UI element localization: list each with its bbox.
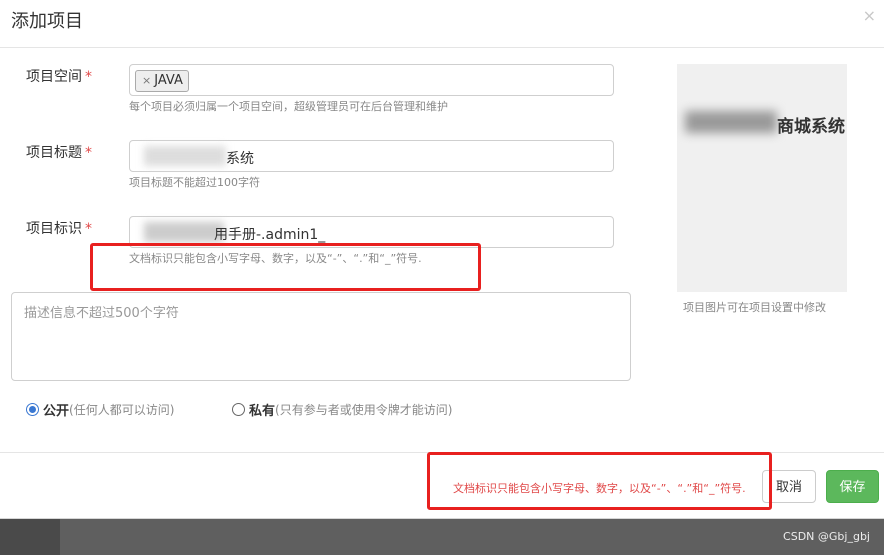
close-icon[interactable]: × <box>863 6 876 25</box>
annotation-highlight-box <box>90 243 481 291</box>
watermark: CSDN @Gbj_gbj <box>783 530 870 543</box>
remove-tag-icon[interactable]: × <box>142 74 151 87</box>
project-title-value: 系统 <box>226 151 254 167</box>
redacted-text <box>144 146 226 166</box>
visibility-private-option[interactable]: 私有 (只有参与者或使用令牌才能访问) <box>232 400 452 419</box>
project-image-text: 商城系统 <box>777 117 845 137</box>
public-label: 公开 <box>43 404 70 419</box>
project-image[interactable]: 商城系统 <box>677 64 847 292</box>
project-title-label: 项目标题 * <box>26 145 92 161</box>
annotation-highlight-box <box>427 452 772 510</box>
project-space-label: 项目空间 * <box>26 69 92 85</box>
project-space-select[interactable]: × JAVA <box>129 64 614 96</box>
description-textarea[interactable]: 描述信息不超过500个字符 <box>11 292 631 381</box>
add-project-dialog: 添加项目 × 项目空间 * × JAVA 每个项目必须归属一个项目空间，超级管理员可… <box>0 0 884 519</box>
private-label: 私有 <box>249 404 276 419</box>
dimmed-backdrop <box>0 518 60 555</box>
dialog-title: 添加项目 <box>11 11 83 32</box>
redacted-text <box>685 111 777 133</box>
public-radio[interactable] <box>26 403 39 416</box>
private-radio[interactable] <box>232 403 245 416</box>
visibility-public-option[interactable]: 公开 (任何人都可以访问) <box>26 400 174 419</box>
redacted-text <box>144 222 224 242</box>
project-space-tag: × JAVA <box>135 70 189 92</box>
description-placeholder: 描述信息不超过500个字符 <box>24 306 179 321</box>
project-title-input[interactable]: 系统 <box>129 140 614 172</box>
project-title-help: 项目标题不能超过100字符 <box>129 176 260 189</box>
required-mark: * <box>85 69 92 85</box>
project-space-tag-label: JAVA <box>154 73 183 88</box>
project-space-help: 每个项目必须归属一个项目空间，超级管理员可在后台管理和维护 <box>129 100 448 113</box>
public-description: (任何人都可以访问) <box>69 403 175 417</box>
project-identifier-value: 用手册-.admin1_ <box>214 227 326 243</box>
project-image-hint: 项目图片可在项目设置中修改 <box>683 301 826 314</box>
header-divider <box>0 47 884 48</box>
save-button[interactable]: 保存 <box>826 470 879 503</box>
required-mark: * <box>85 221 92 237</box>
project-identifier-label: 项目标识 * <box>26 221 92 237</box>
private-description: (只有参与者或使用令牌才能访问) <box>275 403 453 417</box>
required-mark: * <box>85 145 92 161</box>
